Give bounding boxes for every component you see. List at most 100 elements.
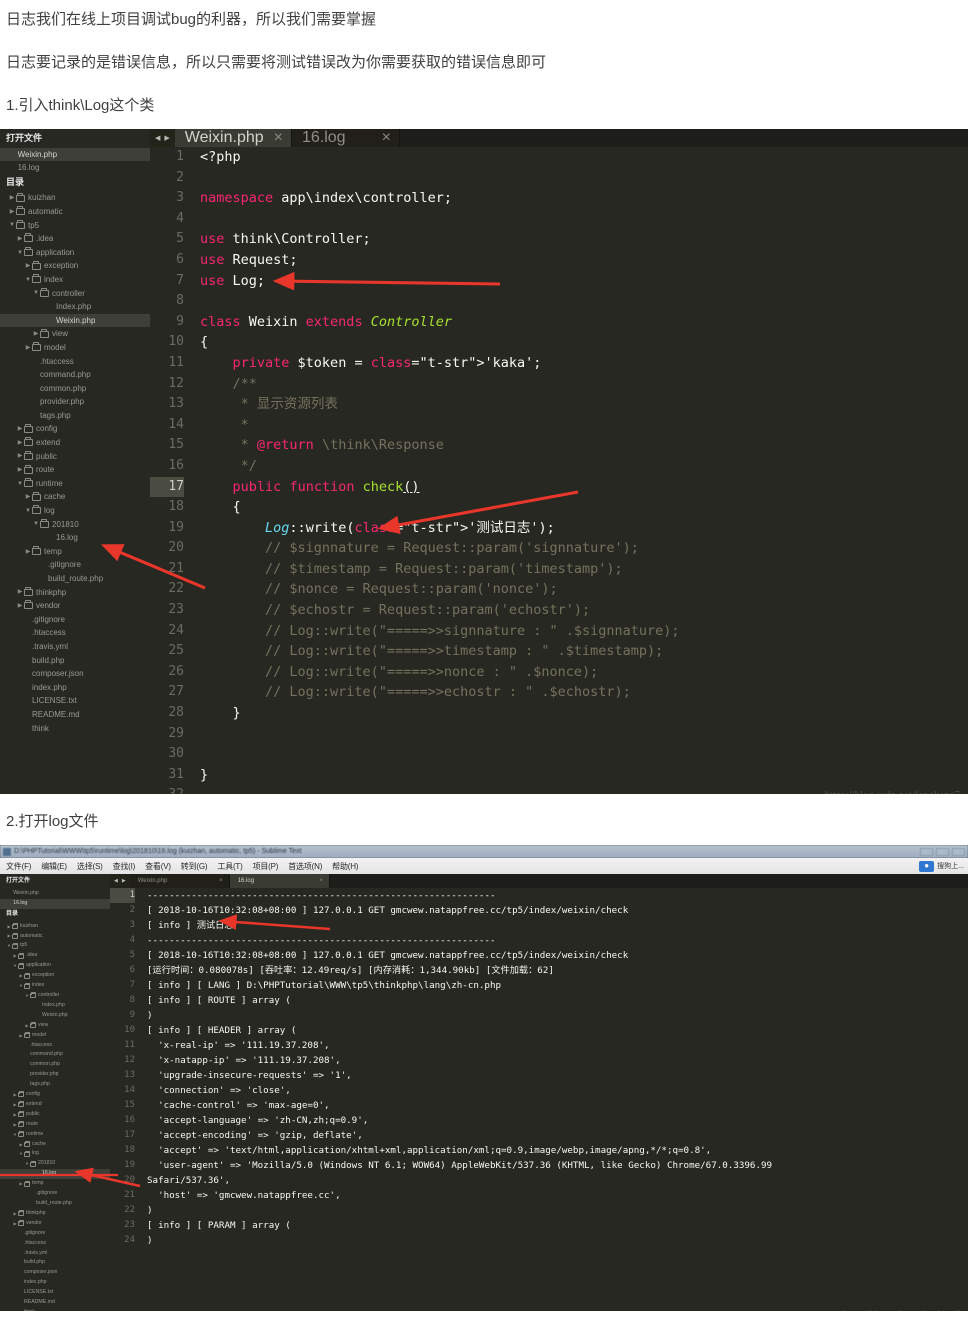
- tree-file-item[interactable]: common.php: [0, 1060, 110, 1070]
- chevron-down-icon[interactable]: ▼: [16, 250, 24, 256]
- open-files-list-2[interactable]: Weixin.php 16.log: [0, 889, 110, 909]
- tree-file-item[interactable]: .travis.yml: [0, 1249, 110, 1259]
- tree-file-item[interactable]: .htaccess: [0, 626, 150, 640]
- code-line[interactable]: // Log::write("=====>>timestamp : " .$ti…: [200, 641, 968, 662]
- editor-tab[interactable]: 16.log ×: [291, 129, 400, 147]
- chevron-down-icon[interactable]: ▼: [8, 222, 16, 228]
- tree-folder-item[interactable]: ▼ log: [0, 504, 150, 518]
- tree-folder-item[interactable]: ▶ exception: [0, 259, 150, 273]
- menu-item-find[interactable]: 查找(I): [113, 861, 136, 872]
- code-line[interactable]: // Log::write("=====>>signnature : " .$s…: [200, 621, 968, 642]
- tree-folder-item[interactable]: ▶ extend: [0, 1100, 110, 1110]
- tree-file-item[interactable]: .travis.yml: [0, 640, 150, 654]
- log-line[interactable]: 'connection' => 'close',: [147, 1083, 968, 1098]
- log-line[interactable]: ): [147, 1233, 968, 1248]
- log-line[interactable]: 'x-natapp-ip' => '111.19.37.208',: [147, 1053, 968, 1068]
- code-line[interactable]: // $timestamp = Request::param('timestam…: [200, 559, 968, 580]
- tree-folder-item[interactable]: ▼ tp5: [0, 219, 150, 233]
- tree-file-item[interactable]: .htaccess: [0, 1239, 110, 1249]
- log-line[interactable]: 'accept-language' => 'zh-CN,zh;q=0.9',: [147, 1113, 968, 1128]
- tree-file-item[interactable]: .htaccess: [0, 355, 150, 369]
- tree-file-item[interactable]: Weixin.php: [0, 313, 150, 328]
- code-line[interactable]: use think\Controller;: [200, 229, 968, 250]
- tree-folder-item[interactable]: ▶ extend: [0, 436, 150, 450]
- log-line[interactable]: [ info ] [ PARAM ] array (: [147, 1218, 968, 1233]
- close-button[interactable]: [952, 847, 965, 856]
- tree-folder-item[interactable]: ▶ model: [0, 341, 150, 355]
- tree-file-item[interactable]: 16.log: [0, 1169, 110, 1180]
- tree-folder-item[interactable]: ▶ temp: [0, 545, 150, 559]
- chevron-right-icon[interactable]: ▶: [16, 467, 24, 473]
- tab-prev-icon[interactable]: ◀: [155, 134, 160, 142]
- tree-folder-item[interactable]: ▶ kuizhan: [0, 191, 150, 205]
- tree-file-item[interactable]: README.md: [0, 708, 150, 722]
- code-line[interactable]: }: [200, 765, 968, 786]
- chevron-down-icon[interactable]: ▼: [16, 481, 24, 487]
- menu-bar[interactable]: 文件(F) 编辑(E) 选择(S) 查找(I) 查看(V) 转到(G) 工具(T…: [0, 858, 968, 874]
- chevron-right-icon[interactable]: ▶: [32, 331, 40, 337]
- tree-folder-item[interactable]: ▼ 201810: [0, 518, 150, 532]
- tree-folder-item[interactable]: ▶ thinkphp: [0, 1209, 110, 1219]
- tree-file-item[interactable]: composer.json: [0, 667, 150, 681]
- menu-item-help[interactable]: 帮助(H): [332, 861, 358, 872]
- tree-file-item[interactable]: command.php: [0, 368, 150, 382]
- log-line[interactable]: [147, 1248, 968, 1263]
- code-line[interactable]: * @return \think\Response: [200, 435, 968, 456]
- log-line[interactable]: [ 2018-10-16T10:32:08+08:00 ] 127.0.0.1 …: [147, 903, 968, 918]
- code-line[interactable]: Log::write(class="t-str">'测试日志');: [200, 518, 968, 539]
- tab-close-icon[interactable]: ×: [382, 129, 391, 147]
- tree-file-item[interactable]: Weixin.php: [0, 1011, 110, 1021]
- code-line[interactable]: [200, 168, 968, 189]
- tree-folder-item[interactable]: ▶ public: [0, 450, 150, 464]
- log-content[interactable]: ----------------------------------------…: [142, 888, 968, 1263]
- log-line[interactable]: 'accept' => 'text/html,application/xhtml…: [147, 1143, 968, 1158]
- tree-file-item[interactable]: composer.json: [0, 1268, 110, 1278]
- tree-folder-item[interactable]: ▶ .idea: [0, 232, 150, 246]
- code-line[interactable]: {: [200, 332, 968, 353]
- log-line[interactable]: Safari/537.36',: [147, 1173, 968, 1188]
- tree-folder-item[interactable]: ▶ model: [0, 1031, 110, 1041]
- tab-bar-2[interactable]: ◀ ▶ Weixin.php × 16.log ×: [110, 874, 968, 888]
- menu-item-project[interactable]: 项目(P): [253, 861, 279, 872]
- chevron-right-icon[interactable]: ▶: [16, 589, 24, 595]
- tree-file-item[interactable]: 16.log: [0, 531, 150, 545]
- tree-folder-item[interactable]: ▼ index: [0, 273, 150, 287]
- code-line[interactable]: [200, 744, 968, 765]
- tree-file-item[interactable]: tags.php: [0, 1080, 110, 1090]
- tab-close-icon[interactable]: ×: [319, 878, 323, 884]
- folder-tree[interactable]: ▶ kuizhan ▶ automatic ▼ tp5 ▶ .idea ▼ application…: [0, 191, 150, 735]
- window-controls[interactable]: [920, 847, 968, 856]
- menu-item-goto[interactable]: 转到(G): [181, 861, 208, 872]
- tree-folder-item[interactable]: ▼ runtime: [0, 1130, 110, 1140]
- tree-file-item[interactable]: index.php: [0, 1278, 110, 1288]
- tree-folder-item[interactable]: ▼ log: [0, 1149, 110, 1159]
- tree-folder-item[interactable]: ▼ runtime: [0, 477, 150, 491]
- log-line[interactable]: 'upgrade-insecure-requests' => '1',: [147, 1068, 968, 1083]
- tree-folder-item[interactable]: ▼ application: [0, 961, 110, 971]
- tree-folder-item[interactable]: ▶ route: [0, 463, 150, 477]
- log-line[interactable]: 'host' => 'gmcwew.natappfree.cc',: [147, 1188, 968, 1203]
- chevron-right-icon[interactable]: ▶: [8, 195, 16, 201]
- log-line[interactable]: ----------------------------------------…: [147, 888, 968, 903]
- tree-file-item[interactable]: README.md: [0, 1298, 110, 1308]
- log-line[interactable]: ----------------------------------------…: [147, 933, 968, 948]
- open-file-item[interactable]: 16.log: [0, 161, 150, 175]
- sogou-ime-icon[interactable]: ●: [919, 860, 935, 872]
- tab-next-icon-2[interactable]: ▶: [122, 878, 126, 884]
- tree-file-item[interactable]: .htaccess: [0, 1041, 110, 1051]
- chevron-right-icon[interactable]: ▶: [24, 263, 32, 269]
- sidebar-file-browser[interactable]: 打开文件 Weixin.php 16.log 目录 ▶ kuizhan ▶ automa…: [0, 129, 150, 794]
- code-line[interactable]: /**: [200, 374, 968, 395]
- tree-file-item[interactable]: think: [0, 722, 150, 736]
- log-line[interactable]: [运行时间：0.080078s] [吞吐率：12.49req/s] [内存消耗：…: [147, 963, 968, 978]
- code-line[interactable]: * 显示资源列表: [200, 394, 968, 415]
- tree-file-item[interactable]: build_route.php: [0, 572, 150, 586]
- chevron-down-icon[interactable]: ▼: [32, 521, 40, 527]
- chevron-down-icon[interactable]: ▼: [24, 508, 32, 514]
- tree-folder-item[interactable]: ▼ application: [0, 246, 150, 260]
- editor-tab[interactable]: 16.log ×: [229, 874, 330, 888]
- code-line[interactable]: [200, 209, 968, 230]
- tree-folder-item[interactable]: ▶ config: [0, 422, 150, 436]
- code-line[interactable]: // Log::write("=====>>nonce : " .$nonce)…: [200, 662, 968, 683]
- tree-file-item[interactable]: .gitignore: [0, 1229, 110, 1239]
